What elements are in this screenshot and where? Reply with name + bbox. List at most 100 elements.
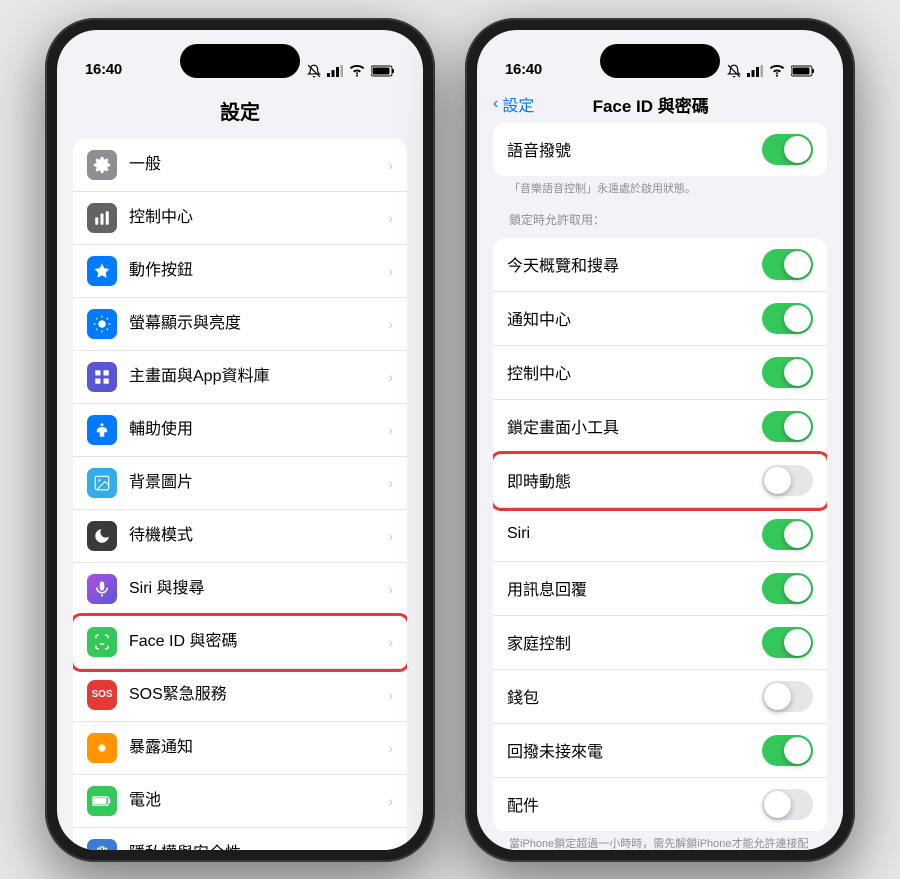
- lock-item-control-center[interactable]: 控制中心: [493, 346, 827, 400]
- display-icon: [87, 309, 117, 339]
- homescreen-icon: [87, 362, 117, 392]
- voice-dial-item[interactable]: 語音撥號: [493, 123, 827, 176]
- chevron-icon: ›: [388, 793, 393, 809]
- control-center-label: 控制中心: [129, 208, 384, 227]
- gear-icon: [93, 156, 111, 174]
- lock-item-accessories[interactable]: 配件: [493, 778, 827, 831]
- chevron-icon: ›: [388, 475, 393, 491]
- settings-item-siri[interactable]: Siri 與搜尋 ›: [73, 563, 407, 616]
- chevron-icon: ›: [388, 422, 393, 438]
- face-id-settings-icon: [87, 627, 117, 657]
- lock-wallet-toggle[interactable]: [762, 681, 813, 712]
- hand-icon: [93, 845, 111, 850]
- dynamic-island: [180, 44, 300, 78]
- signal-icon: [327, 65, 343, 77]
- live-activities-label: 即時動態: [507, 468, 762, 492]
- exposure-icon: [87, 733, 117, 763]
- sun-exposure-icon: [93, 739, 111, 757]
- sun-icon: [93, 315, 111, 333]
- wifi-icon-2: [769, 65, 785, 77]
- face-id-page-title: Face ID 與密碼: [534, 92, 767, 117]
- chevron-icon: ›: [388, 846, 393, 850]
- lock-item-siri[interactable]: Siri: [493, 508, 827, 562]
- lock-item-wallet[interactable]: 錢包: [493, 670, 827, 724]
- image-icon: [93, 474, 111, 492]
- lock-item-return-calls[interactable]: 回撥未接來電: [493, 724, 827, 778]
- lock-item-today-view[interactable]: 今天概覽和搜尋: [493, 238, 827, 292]
- voice-note: 「音樂語音控制」永遠處於啟用狀態。: [477, 178, 843, 203]
- siri-label: Siri 與搜尋: [129, 579, 384, 598]
- lock-items-group: 今天概覽和搜尋 通知中心 控制中心 鎖定畫面小工具: [493, 238, 827, 831]
- settings-item-homescreen[interactable]: 主畫面與App資料庫 ›: [73, 351, 407, 404]
- chevron-icon: ›: [388, 740, 393, 756]
- lock-widgets-toggle[interactable]: [762, 411, 813, 442]
- settings-item-control-center[interactable]: 控制中心 ›: [73, 192, 407, 245]
- settings-item-sos[interactable]: SOS SOS緊急服務 ›: [73, 669, 407, 722]
- home-toggle[interactable]: [762, 627, 813, 658]
- chevron-icon: ›: [388, 528, 393, 544]
- lock-item-notification-center[interactable]: 通知中心: [493, 292, 827, 346]
- settings-page-title: 設定: [57, 84, 423, 133]
- face-id-screen: 16:40: [477, 30, 843, 850]
- action-button-icon: [87, 256, 117, 286]
- settings-item-battery[interactable]: 電池 ›: [73, 775, 407, 828]
- lock-item-live-activities[interactable]: 即時動態: [493, 454, 827, 508]
- mute-icon: [307, 64, 321, 78]
- settings-item-standby[interactable]: 待機模式 ›: [73, 510, 407, 563]
- wallpaper-icon: [87, 468, 117, 498]
- privacy-label: 隱私權與安全性: [129, 844, 384, 850]
- face-id-nav: ‹ 設定 Face ID 與密碼: [477, 84, 843, 121]
- moon-icon: [93, 527, 111, 545]
- phone-face-id: 16:40: [465, 18, 855, 862]
- notification-center-toggle[interactable]: [762, 303, 813, 334]
- sos-icon: SOS: [87, 680, 117, 710]
- status-time-2: 16:40: [505, 61, 542, 78]
- face-id-icon: [93, 633, 111, 651]
- settings-main-list: 一般 › 控制中心 › 動作按鈕 ›: [73, 139, 407, 850]
- battery-icon: [92, 795, 112, 807]
- standby-label: 待機模式: [129, 526, 384, 545]
- general-icon: [87, 150, 117, 180]
- mute-icon-2: [727, 64, 741, 78]
- accessories-note: 當iPhone鎖定超過一小時時，需先解鎖iPhone才能允許連接配件。: [477, 833, 843, 850]
- general-label: 一般: [129, 155, 384, 174]
- voice-dial-toggle[interactable]: [762, 134, 813, 165]
- settings-item-face-id[interactable]: Face ID 與密碼 ›: [73, 616, 407, 669]
- face-id-page-content: ‹ 設定 Face ID 與密碼 語音撥號 「音樂語音控制」永遠處於啟用狀態。 …: [477, 84, 843, 850]
- battery-label: 電池: [129, 791, 384, 810]
- chevron-icon: ›: [388, 581, 393, 597]
- live-activities-toggle[interactable]: [762, 465, 813, 496]
- settings-item-wallpaper[interactable]: 背景圖片 ›: [73, 457, 407, 510]
- lock-item-lock-widgets[interactable]: 鎖定畫面小工具: [493, 400, 827, 454]
- settings-item-display[interactable]: 螢幕顯示與亮度 ›: [73, 298, 407, 351]
- chevron-icon: ›: [388, 210, 393, 226]
- chevron-icon: ›: [388, 634, 393, 650]
- accessories-toggle[interactable]: [762, 789, 813, 820]
- today-view-toggle[interactable]: [762, 249, 813, 280]
- lock-item-home[interactable]: 家庭控制: [493, 616, 827, 670]
- person-icon: [93, 421, 111, 439]
- settings-item-accessibility[interactable]: 輔助使用 ›: [73, 404, 407, 457]
- signal-icon-2: [747, 65, 763, 77]
- return-calls-toggle[interactable]: [762, 735, 813, 766]
- settings-item-exposure[interactable]: 暴露通知 ›: [73, 722, 407, 775]
- display-label: 螢幕顯示與亮度: [129, 314, 384, 333]
- settings-item-privacy[interactable]: 隱私權與安全性 ›: [73, 828, 407, 850]
- status-icons: [307, 64, 395, 78]
- lock-control-center-toggle[interactable]: [762, 357, 813, 388]
- chevron-icon: ›: [388, 369, 393, 385]
- action-button-label: 動作按鈕: [129, 261, 384, 280]
- settings-item-action-button[interactable]: 動作按鈕 ›: [73, 245, 407, 298]
- mic-icon: [93, 580, 111, 598]
- voice-dial-group: 語音撥號: [493, 123, 827, 176]
- back-button[interactable]: ‹ 設定: [493, 92, 534, 116]
- today-view-label: 今天概覽和搜尋: [507, 252, 762, 276]
- battery-settings-icon: [87, 786, 117, 816]
- settings-item-general[interactable]: 一般 ›: [73, 139, 407, 192]
- lock-item-reply-message[interactable]: 用訊息回覆: [493, 562, 827, 616]
- reply-message-label: 用訊息回覆: [507, 576, 762, 600]
- lock-siri-toggle[interactable]: [762, 519, 813, 550]
- privacy-icon: [87, 839, 117, 850]
- lock-widgets-label: 鎖定畫面小工具: [507, 414, 762, 438]
- reply-message-toggle[interactable]: [762, 573, 813, 604]
